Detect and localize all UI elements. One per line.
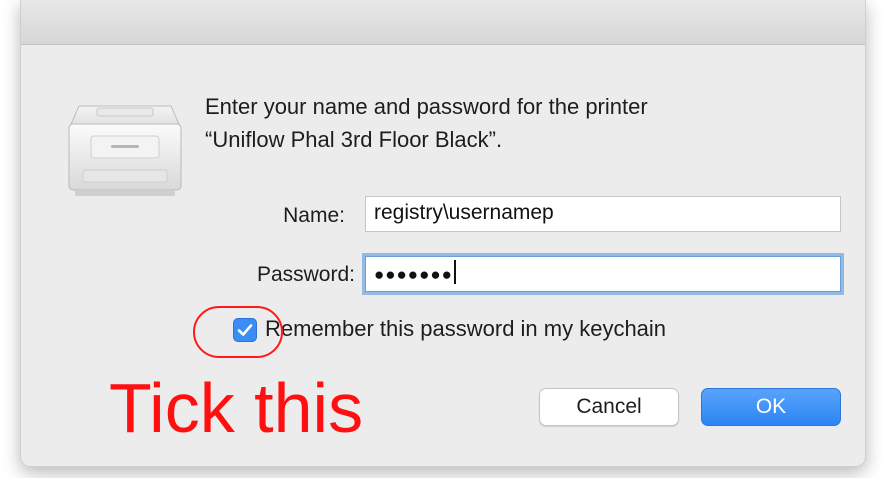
name-field[interactable]: registry\usernamep (365, 196, 841, 232)
name-value: registry\usernamep (374, 201, 554, 224)
dialog-message: Enter your name and password for the pri… (205, 90, 825, 156)
password-label: Password: (256, 263, 355, 286)
annotation-circle (193, 306, 283, 358)
message-line-1: Enter your name and password for the pri… (205, 94, 648, 119)
message-line-2: “Uniflow Phal 3rd Floor Black”. (205, 127, 503, 152)
annotation-text: Tick this (109, 369, 364, 447)
remember-password-label[interactable]: Remember this password in my keychain (265, 316, 666, 342)
password-field[interactable]: ●●●●●●● (365, 256, 841, 292)
password-value: ●●●●●●● (374, 265, 453, 284)
cancel-button[interactable]: Cancel (539, 388, 679, 426)
printer-auth-dialog: Enter your name and password for the pri… (20, 0, 866, 467)
title-bar[interactable] (21, 0, 865, 45)
text-caret (453, 260, 456, 284)
name-label: Name: (283, 204, 345, 227)
printer-icon (61, 98, 189, 202)
ok-button[interactable]: OK (701, 388, 841, 426)
